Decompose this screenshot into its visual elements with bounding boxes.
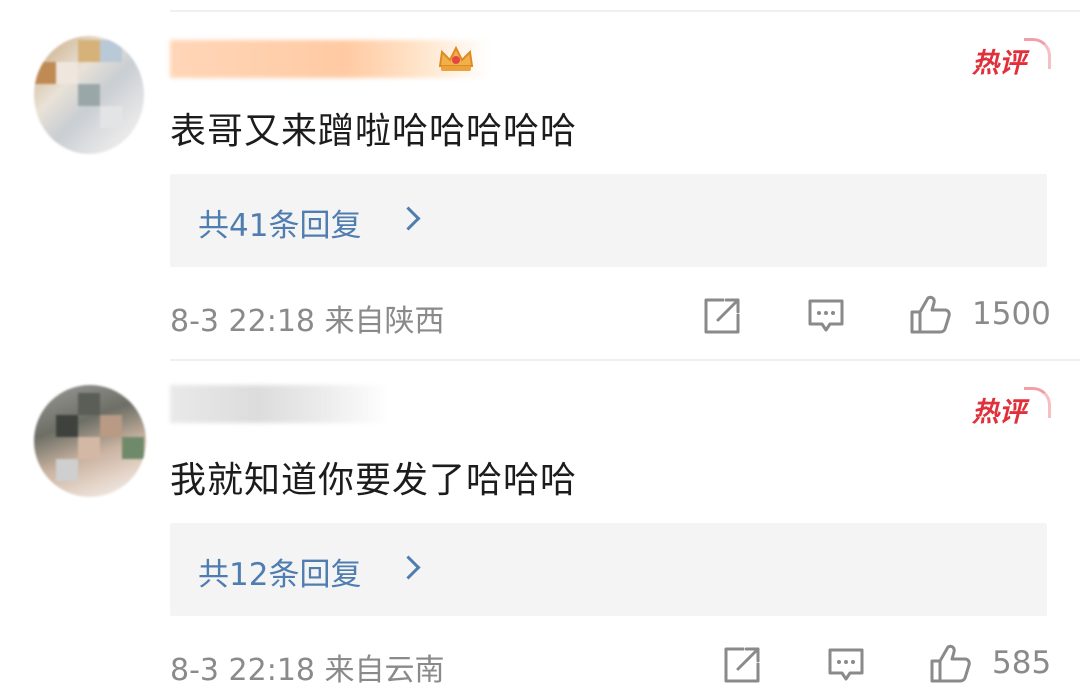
chevron-right-icon: [396, 206, 421, 231]
comment-icon[interactable]: [826, 645, 866, 685]
divider: [170, 10, 1080, 12]
replies-count-label: 共41条回复: [198, 208, 362, 244]
comment-icon[interactable]: [806, 296, 846, 336]
chevron-right-icon: [396, 555, 421, 580]
comment-meta: 8-3 22:18 来自云南: [170, 653, 445, 688]
divider: [170, 359, 1080, 361]
like-icon[interactable]: [908, 292, 952, 336]
avatar[interactable]: [34, 36, 144, 154]
username-blurred[interactable]: [170, 385, 390, 423]
hot-comment-badge: 热评: [972, 387, 1051, 433]
like-count: 585: [992, 645, 1052, 681]
like-icon[interactable]: [928, 641, 972, 685]
comment-text: 表哥又来蹭啦哈哈哈哈哈: [170, 111, 578, 152]
comment-item: 热评 表哥又来蹭啦哈哈哈哈哈 共41条回复 8-3 22:18 来自陕西 150…: [0, 0, 1080, 345]
share-icon[interactable]: [722, 645, 762, 685]
hot-comment-badge: 热评: [972, 38, 1051, 84]
replies-count-label: 共12条回复: [198, 557, 362, 593]
crown-icon: [438, 45, 474, 71]
comment-text: 我就知道你要发了哈哈哈: [170, 460, 578, 501]
like-count: 1500: [972, 296, 1051, 332]
comment-item: 热评 我就知道你要发了哈哈哈 共12条回复 8-3 22:18 来自云南 585: [0, 345, 1080, 690]
comment-meta: 8-3 22:18 来自陕西: [170, 304, 445, 339]
share-icon[interactable]: [702, 296, 742, 336]
view-replies-button[interactable]: 共41条回复: [170, 174, 1047, 267]
avatar[interactable]: [34, 385, 146, 497]
view-replies-button[interactable]: 共12条回复: [170, 523, 1047, 616]
